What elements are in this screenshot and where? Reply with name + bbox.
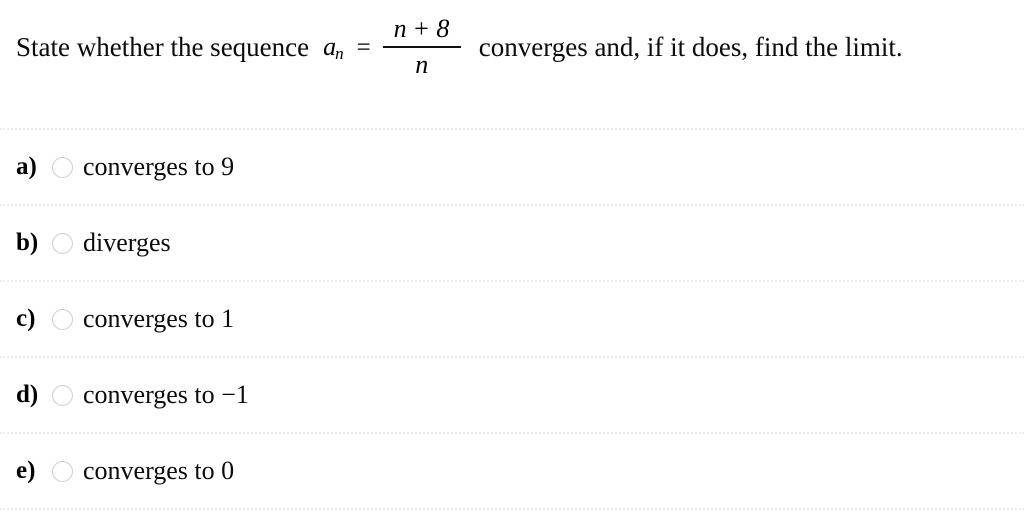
question-page: State whether the sequence an = n + 8 n … xyxy=(0,0,1024,517)
radio-button-e[interactable] xyxy=(52,460,73,482)
option-row-a[interactable]: a) converges to 9 xyxy=(0,130,1024,204)
option-letter-d: d) xyxy=(16,381,39,408)
option-label-a: converges to 9 xyxy=(83,152,235,181)
option-row-d[interactable]: d) converges to −1 xyxy=(0,358,1024,432)
question-stem: State whether the sequence an = n + 8 n … xyxy=(16,16,1004,78)
option-label-e: converges to 0 xyxy=(83,456,235,485)
option-label-d: converges to −1 xyxy=(83,380,249,409)
formula-fraction: n + 8 n xyxy=(382,16,461,79)
option-letter-a: a) xyxy=(16,153,37,180)
divider-bottom xyxy=(0,508,1024,510)
formula-equals-sign: = xyxy=(356,33,371,61)
option-row-e[interactable]: e) converges to 0 xyxy=(0,434,1024,508)
option-row-b[interactable]: b) diverges xyxy=(0,206,1024,280)
option-letter-b: b) xyxy=(16,229,39,256)
question-trailing-text: converges and, if it does, find the limi… xyxy=(478,31,903,62)
option-letter-e: e) xyxy=(16,457,36,484)
answer-options-list: a) converges to 9 b) diverges c) converg… xyxy=(0,128,1024,510)
formula-subscript: n xyxy=(335,43,344,63)
option-letter-c: c) xyxy=(16,305,36,332)
fraction-denominator: n xyxy=(415,50,429,79)
numerator-right-term: 8 xyxy=(436,14,450,43)
option-row-c[interactable]: c) converges to 1 xyxy=(0,282,1024,356)
radio-button-d[interactable] xyxy=(52,384,73,406)
radio-button-a[interactable] xyxy=(52,156,73,178)
option-label-c: converges to 1 xyxy=(83,304,235,333)
radio-button-b[interactable] xyxy=(52,232,73,254)
option-label-b: diverges xyxy=(83,228,171,257)
sequence-formula: an = n + 8 n xyxy=(323,16,463,78)
question-lead-text: State whether the sequence xyxy=(16,31,310,62)
numerator-left-term: n xyxy=(393,14,408,43)
fraction-numerator: n + 8 xyxy=(388,16,456,46)
radio-button-c[interactable] xyxy=(52,308,73,330)
numerator-operator: + xyxy=(414,14,430,43)
